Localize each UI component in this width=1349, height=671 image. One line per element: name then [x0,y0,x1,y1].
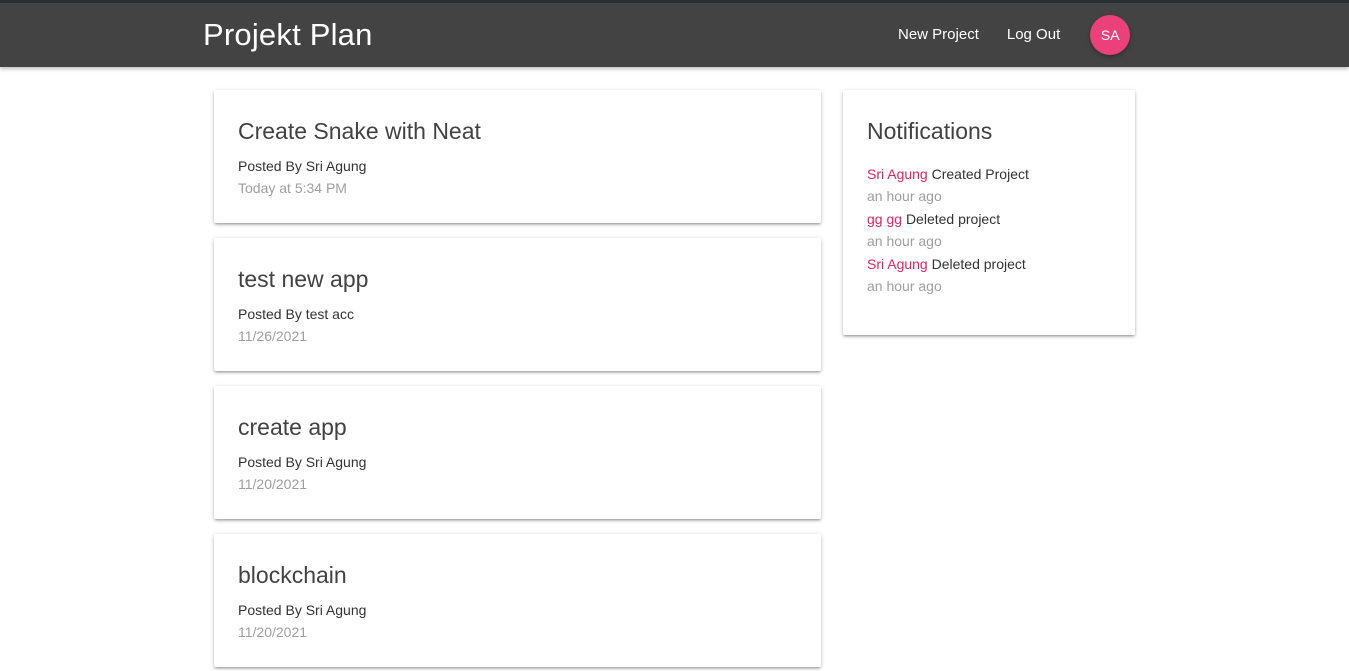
nav-links: New Project Log Out SA [884,3,1131,67]
new-project-link[interactable]: New Project [884,3,993,67]
project-date: 11/20/2021 [238,624,308,640]
notification-action: Created Project [931,166,1029,182]
project-author: Posted By test acc [238,306,354,322]
project-title: test new app [238,266,369,292]
project-card[interactable]: Create Snake with Neat Posted By Sri Agu… [214,90,821,223]
brand-logo-link[interactable]: Projekt Plan [203,17,373,53]
notification-user: Sri Agung [867,166,928,182]
notification-action: Deleted project [931,256,1026,272]
project-date: 11/26/2021 [238,328,308,344]
notification-item: Sri Agung Deleted project an hour ago [867,253,1029,298]
project-title: Create Snake with Neat [238,118,481,144]
notification-user: Sri Agung [867,256,928,272]
project-card[interactable]: create app Posted By Sri Agung 11/20/202… [214,386,821,519]
project-date: 11/20/2021 [238,476,308,492]
notification-time: an hour ago [867,278,942,294]
navbar: Projekt Plan New Project Log Out SA [0,3,1349,67]
notification-item: Sri Agung Created Project an hour ago [867,163,1029,208]
project-card[interactable]: test new app Posted By test acc 11/26/20… [214,238,821,371]
log-out-link[interactable]: Log Out [993,3,1074,67]
user-avatar[interactable]: SA [1090,15,1131,55]
project-author: Posted By Sri Agung [238,602,367,618]
project-author: Posted By Sri Agung [238,454,367,470]
project-title: create app [238,414,347,440]
notifications-card: Notifications Sri Agung Created Project … [843,90,1135,335]
notification-time: an hour ago [867,233,942,249]
notifications-title: Notifications [867,118,993,144]
notification-action: Deleted project [905,211,1001,227]
project-card[interactable]: blockchain Posted By Sri Agung 11/20/202… [214,534,821,667]
notifications-list: Sri Agung Created Project an hour ago gg… [867,163,1029,298]
notification-item: gg gg Deleted project an hour ago [867,208,1029,253]
project-author: Posted By Sri Agung [238,158,367,174]
notification-user: gg gg [867,211,903,227]
project-date: Today at 5:34 PM [238,180,347,196]
project-title: blockchain [238,562,347,588]
notification-time: an hour ago [867,188,942,204]
